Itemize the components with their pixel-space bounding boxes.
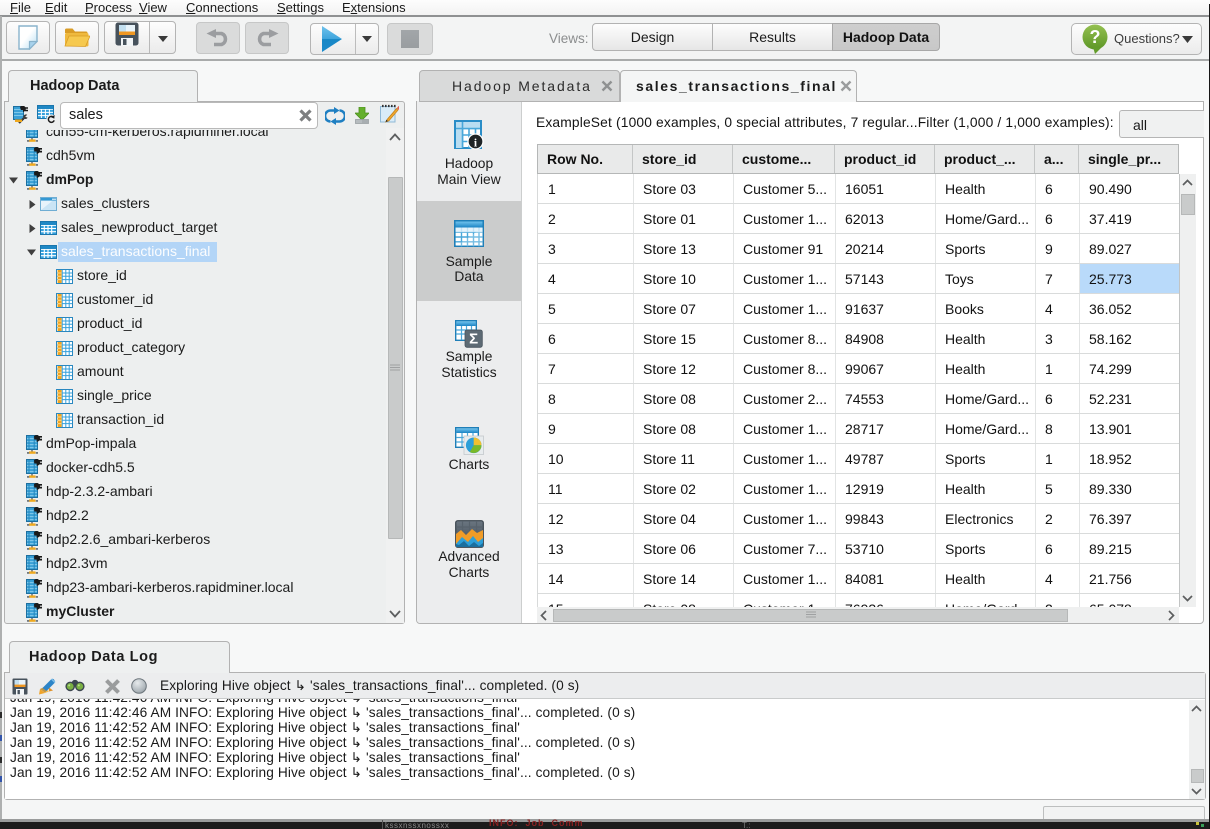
svg-text:Σ: Σ bbox=[469, 331, 478, 348]
svg-text:?: ? bbox=[1090, 27, 1101, 47]
